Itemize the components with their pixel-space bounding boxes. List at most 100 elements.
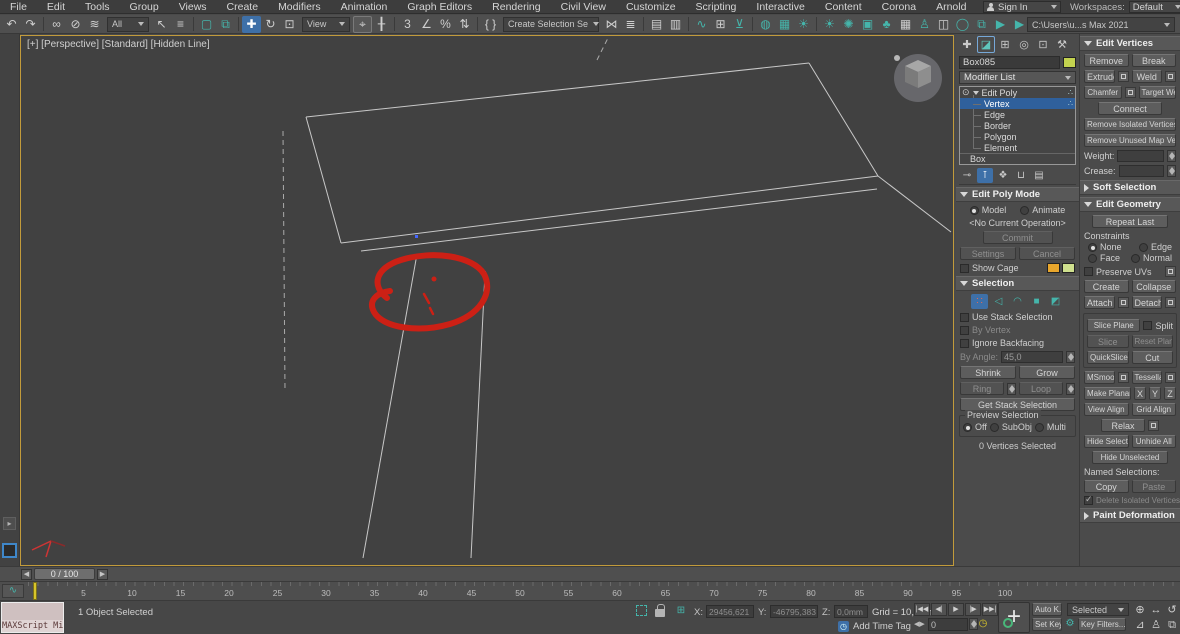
commit-button[interactable]: Commit	[982, 231, 1053, 244]
key-filter-set-dropdown[interactable]: Selected	[1067, 603, 1129, 616]
maximize-viewport-icon[interactable]: ⧉	[1164, 618, 1180, 632]
by-angle-spinner[interactable]	[1066, 351, 1075, 363]
x-coordinate-field[interactable]: 29456,621	[706, 605, 754, 618]
stack-row-edit-poly[interactable]: ⊙ Edit Poly ∴	[960, 87, 1075, 98]
angle-snap-icon[interactable]: ∠	[417, 16, 436, 33]
use-pivot-center-icon[interactable]: ⌖	[353, 15, 372, 33]
percent-snap-icon[interactable]: %	[436, 16, 455, 33]
toolbar-separator[interactable]	[193, 17, 194, 31]
menu-item[interactable]: File	[0, 0, 37, 14]
reset-plane-button[interactable]: Reset Plane	[1131, 335, 1173, 348]
attach-settings-button[interactable]	[1117, 297, 1129, 308]
delete-isolated-vertices-checkbox[interactable]	[1084, 494, 1093, 505]
preview-multi-radio[interactable]	[1034, 422, 1044, 432]
scene-explorer-icon[interactable]: ▥	[666, 16, 685, 33]
door-icon[interactable]: ◫	[934, 16, 953, 33]
crease-spinner[interactable]	[1167, 165, 1176, 177]
remove-modifier-icon[interactable]: ⊔	[1013, 168, 1029, 183]
modify-tab-icon[interactable]: ◪	[977, 35, 995, 53]
stack-row-border[interactable]: Border	[960, 120, 1075, 131]
circle-shape-icon[interactable]: ◯	[953, 16, 972, 33]
constraint-face-radio[interactable]	[1088, 253, 1097, 263]
bind-to-space-warp-icon[interactable]: ≋	[85, 16, 104, 33]
weld-button[interactable]: Weld	[1131, 70, 1162, 83]
key-step-toggle[interactable]: ◀▶	[914, 618, 926, 631]
rollout-header-edit-vertices[interactable]: Edit Vertices	[1080, 36, 1180, 51]
menu-item[interactable]: Rendering	[482, 0, 550, 14]
weight-spinner[interactable]	[1167, 150, 1176, 162]
chamfer-button[interactable]: Chamfer	[1084, 86, 1122, 99]
animate-radio[interactable]	[1020, 205, 1030, 215]
sign-in-button[interactable]: Sign In	[983, 1, 1061, 13]
expand-tray-icon[interactable]: ▸	[3, 517, 16, 530]
sun-positioner-icon[interactable]: ✺	[839, 16, 858, 33]
view-cube[interactable]	[894, 54, 942, 102]
layers-icon[interactable]: ⧉	[972, 16, 991, 33]
align-icon[interactable]: ≣	[621, 16, 640, 33]
stack-row-element[interactable]: Element	[960, 142, 1075, 153]
msmooth-button[interactable]: MSmooth	[1084, 371, 1115, 384]
extrude-button[interactable]: Extrude	[1084, 70, 1115, 83]
set-keys-button[interactable]: +	[998, 602, 1030, 633]
shrink-button[interactable]: Shrink	[960, 366, 1016, 379]
key-filters-button[interactable]: Key Filters...	[1078, 618, 1126, 631]
menu-item[interactable]: Edit	[37, 0, 75, 14]
by-angle-field[interactable]: 45,0	[1001, 351, 1063, 363]
stack-row-polygon[interactable]: Polygon	[960, 131, 1075, 142]
settings-button[interactable]: Settings	[960, 247, 1016, 260]
biped-icon[interactable]: ♙	[915, 16, 934, 33]
maxscript-mini-listener[interactable]: MAXScript Mi	[1, 602, 64, 633]
repeat-last-button[interactable]: Repeat Last	[1092, 215, 1168, 228]
relax-settings-button[interactable]	[1148, 420, 1159, 431]
toolbar-separator[interactable]	[643, 17, 644, 31]
select-and-manipulate-icon[interactable]: ╂	[372, 16, 391, 33]
selection-filter-dropdown[interactable]: All	[107, 16, 149, 32]
window-crossing-icon[interactable]: ⧉	[216, 16, 235, 33]
planar-z-button[interactable]: Z	[1164, 387, 1176, 400]
target-weld-button[interactable]: Target Weld	[1138, 86, 1176, 99]
create-button[interactable]: Create	[1084, 280, 1129, 293]
tessellate-settings-button[interactable]	[1165, 372, 1176, 383]
show-end-result-icon[interactable]: ⊺	[977, 168, 993, 183]
display-tab-icon[interactable]: ⊡	[1034, 36, 1052, 53]
add-time-tag-label[interactable]: Add Time Tag	[853, 621, 911, 632]
select-and-scale-icon[interactable]: ⊡	[280, 16, 299, 33]
rollout-header-soft-selection[interactable]: Soft Selection	[1080, 180, 1180, 195]
snaps-toggle-icon[interactable]: 3	[398, 16, 417, 33]
stack-row-box[interactable]: Box	[960, 153, 1075, 164]
toolbar-separator[interactable]	[238, 17, 239, 31]
current-frame-marker[interactable]	[33, 582, 37, 600]
select-and-move-icon[interactable]: ✚	[242, 15, 261, 33]
redo-icon[interactable]: ↷	[21, 16, 40, 33]
mirror-icon[interactable]: ⋈	[602, 16, 621, 33]
select-by-name-icon[interactable]: ≡	[171, 16, 190, 33]
cut-button[interactable]: Cut	[1131, 351, 1173, 364]
constraint-normal-radio[interactable]	[1130, 253, 1140, 263]
toolbar-separator[interactable]	[477, 17, 478, 31]
z-coordinate-field[interactable]: 0,0mm	[834, 605, 868, 618]
weld-settings-button[interactable]	[1165, 71, 1176, 82]
transform-typein-icon[interactable]: ⊞	[674, 604, 688, 617]
playback-button[interactable]: ▶	[948, 603, 964, 616]
make-planar-button[interactable]: Make Planar	[1084, 387, 1131, 400]
rollout-header-edit-poly-mode[interactable]: Edit Poly Mode	[956, 187, 1079, 202]
playback-button[interactable]: |▶	[965, 603, 981, 616]
menu-item[interactable]: Group	[120, 0, 169, 14]
show-cage-checkbox[interactable]	[960, 263, 969, 273]
constraint-none-radio[interactable]	[1088, 242, 1097, 252]
cage-color-swatch[interactable]	[1047, 263, 1060, 273]
spinner-snap-icon[interactable]: ⇅	[455, 16, 474, 33]
time-slider-track[interactable]: ◀ 0 / 100 ▶	[0, 566, 1180, 581]
menu-item[interactable]: Interactive	[746, 0, 814, 14]
make-unique-icon[interactable]: ❖	[995, 168, 1011, 183]
utilities-tab-icon[interactable]: ⚒	[1053, 36, 1071, 53]
expand-arrow-icon[interactable]	[972, 90, 979, 95]
visibility-eye-icon[interactable]: ⊙	[962, 87, 970, 98]
slice-button[interactable]: Slice	[1087, 335, 1129, 348]
copy-button[interactable]: Copy	[1084, 480, 1129, 493]
object-color-swatch[interactable]	[1063, 57, 1076, 68]
object-name-field[interactable]: Box085	[959, 56, 1060, 69]
detach-button[interactable]: Detach	[1131, 296, 1162, 309]
remove-isolated-vertices-button[interactable]: Remove Isolated Vertices	[1084, 118, 1176, 131]
break-button[interactable]: Break	[1131, 54, 1176, 67]
